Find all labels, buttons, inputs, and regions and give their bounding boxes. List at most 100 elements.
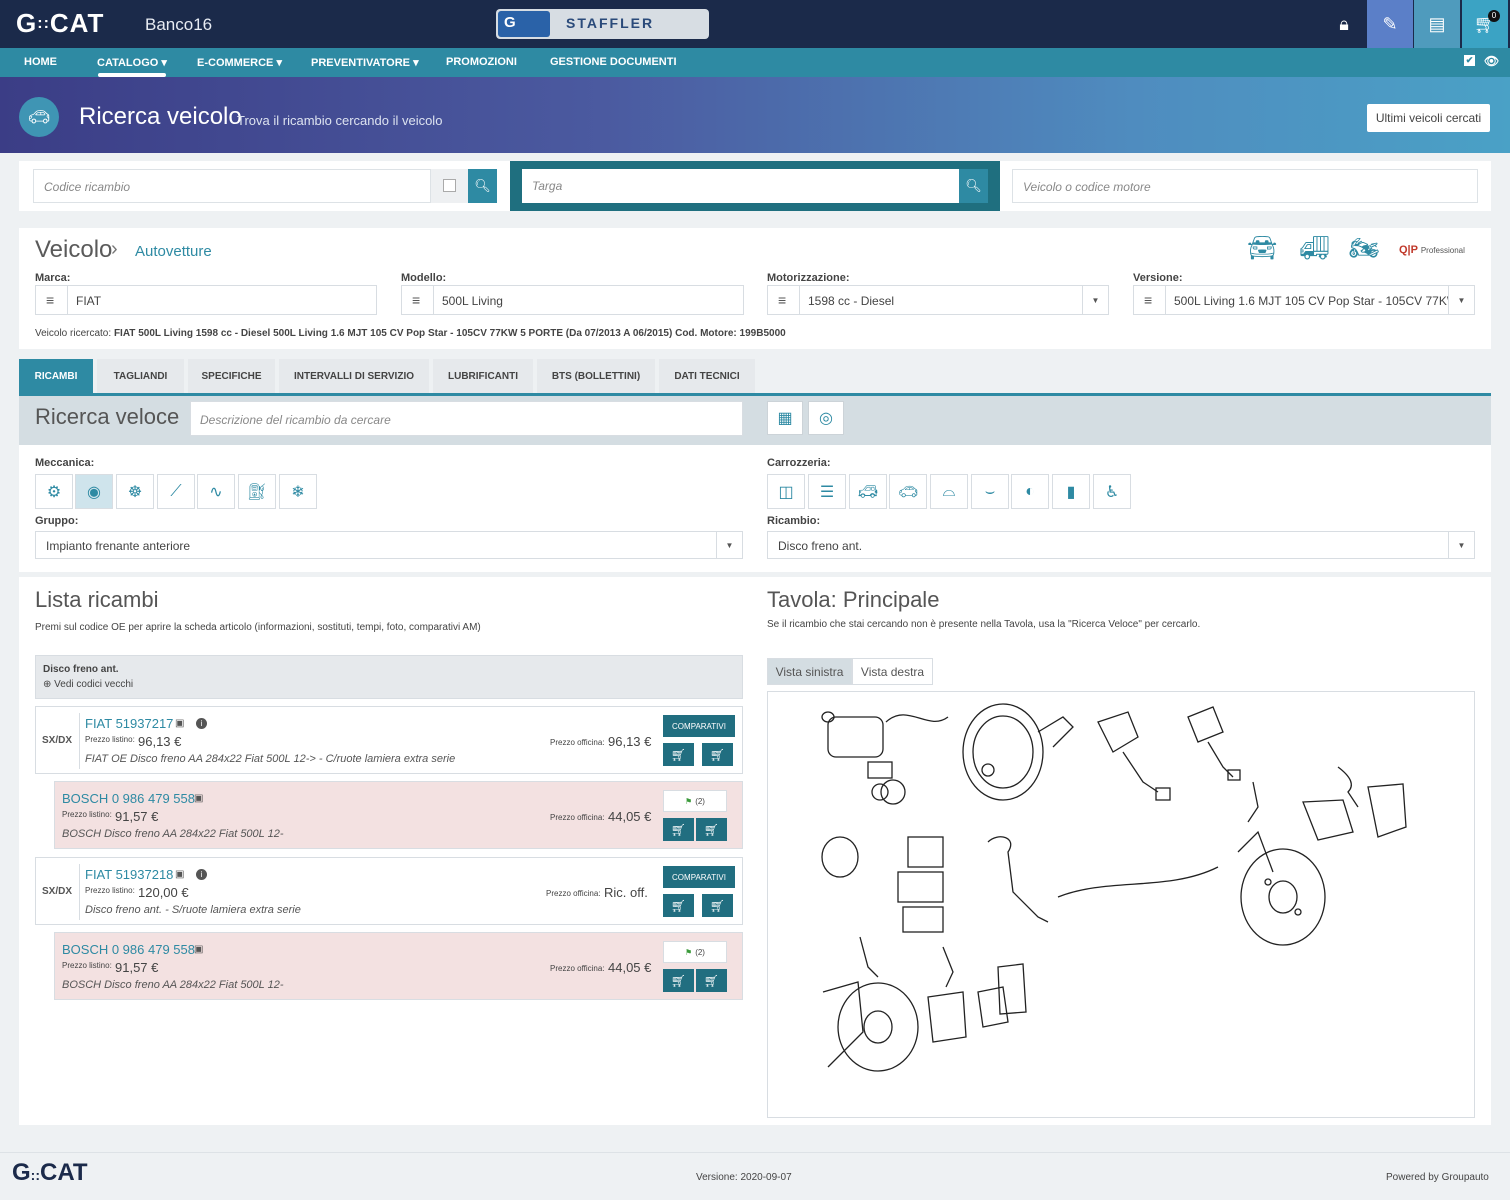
battery-icon[interactable]: ▮	[1052, 474, 1090, 509]
nav-promozioni[interactable]: PROMOZIONI	[446, 56, 517, 68]
add-to-cart-button[interactable]: 🛒︎	[663, 818, 694, 841]
ricambio-label: Ricambio:	[767, 515, 821, 527]
qp-logo[interactable]: Q|P Professional	[1399, 244, 1465, 256]
nav-gestione-documenti[interactable]: GESTIONE DOCUMENTI	[550, 56, 677, 68]
brand-select[interactable]: ≡ FIAT	[35, 285, 377, 315]
part-code-link[interactable]: FIAT 51937218	[85, 867, 173, 882]
nav-ecommerce[interactable]: E-COMMERCE ▾	[197, 56, 282, 69]
brake-disc-icon[interactable]: ◎	[808, 401, 844, 435]
vehicle-category[interactable]: Autovetture	[135, 243, 212, 260]
windshield-icon[interactable]: ◫	[767, 474, 805, 509]
part-row: SX/DX FIAT 51937218 ▣ i Prezzo listino: …	[35, 857, 743, 925]
search-icon[interactable]: 🔍︎	[468, 169, 497, 203]
motorbike-type-icon[interactable]: 🏍︎	[1349, 234, 1379, 263]
quick-cart-button[interactable]: 🛒︎	[696, 969, 727, 992]
edit-icon[interactable]: ✎	[1367, 0, 1413, 48]
vehicle-title: Veicolo	[35, 236, 113, 263]
list-price-label: Prezzo listino:	[85, 886, 135, 895]
staffler-brand: G STAFFLER	[496, 9, 709, 39]
eye-icon[interactable]: 👁︎	[1484, 54, 1499, 68]
quick-search-input[interactable]: Descrizione del ricambio da cercare	[190, 401, 743, 436]
nav-catalogo[interactable]: CATALOGO ▾	[97, 56, 167, 69]
group-title: Disco freno ant.	[43, 664, 119, 675]
part-code-link[interactable]: FIAT 51937217	[85, 716, 173, 731]
bumper-icon[interactable]: ⌣	[971, 474, 1009, 509]
headlight-icon[interactable]: ☰	[808, 474, 846, 509]
powered-by: Powered by Groupauto	[1386, 1172, 1489, 1183]
seat-icon[interactable]: ♿︎	[1093, 474, 1131, 509]
camera-icon[interactable]: ▣	[194, 944, 203, 955]
info-icon[interactable]: i	[196, 869, 207, 880]
model-select[interactable]: ≡ 500L Living	[401, 285, 744, 315]
add-to-cart-button[interactable]: 🛒︎	[663, 894, 694, 917]
tab-ricambi[interactable]: RICAMBI	[19, 359, 93, 393]
part-code-link[interactable]: BOSCH 0 986 479 558	[62, 942, 195, 957]
gcat-logo[interactable]: G::CAT	[16, 8, 104, 39]
suspension-icon[interactable]: ⟋	[157, 474, 195, 509]
quick-cart-button[interactable]: 🛒︎	[702, 743, 733, 766]
compare-button[interactable]: COMPARATIVI	[663, 715, 735, 737]
tab-tagliandi[interactable]: TAGLIANDI	[97, 359, 184, 393]
nav-home[interactable]: HOME	[24, 56, 57, 68]
menu-icon: ≡	[412, 292, 421, 308]
camera-icon[interactable]: ▣	[175, 869, 184, 880]
footer: G::CAT Versione: 2020-09-07 Powered by G…	[0, 1152, 1510, 1200]
brake-icon[interactable]: ◉	[75, 474, 113, 509]
engine-search-input[interactable]: Veicolo o codice motore	[1012, 169, 1478, 203]
checkbox-icon[interactable]: ✔	[1464, 55, 1475, 66]
part-row: BOSCH 0 986 479 558 ▣ Prezzo listino: 91…	[54, 932, 743, 1000]
exhaust-icon[interactable]: ∿	[197, 474, 235, 509]
tab-bts[interactable]: BTS (BOLLETTINI)	[537, 359, 655, 393]
mirror-icon[interactable]: ◐	[1011, 474, 1049, 509]
gruppo-select[interactable]: Impianto frenante anteriore ▼	[35, 531, 743, 559]
parts-list-title: Lista ricambi	[35, 587, 159, 612]
car-type-icon[interactable]: 🚘︎	[1247, 234, 1277, 263]
part-code-input[interactable]: Codice ricambio	[33, 169, 431, 203]
door-icon[interactable]: ⌓	[930, 474, 968, 509]
quick-cart-button[interactable]: 🛒︎	[696, 818, 727, 841]
quick-cart-button[interactable]: 🛒︎	[702, 894, 733, 917]
filter-icon[interactable]: ⛽︎	[238, 474, 276, 509]
engine-select[interactable]: ≡ 1598 cc - Diesel ▼	[767, 285, 1109, 315]
old-codes-link[interactable]: ⊕ Vedi codici vecchi	[43, 679, 133, 690]
truck-type-icon[interactable]: 🚚︎	[1299, 234, 1329, 263]
camera-icon[interactable]: ▣	[194, 793, 203, 804]
nav-preventivatore[interactable]: PREVENTIVATORE ▾	[311, 56, 419, 69]
plate-input[interactable]: Targa	[522, 169, 959, 203]
search-icon[interactable]: 🔍︎	[959, 169, 988, 203]
rear-disc-drawing	[822, 936, 919, 1072]
tab-specifiche[interactable]: SPECIFICHE	[188, 359, 275, 393]
brake-system-diagram[interactable]	[767, 691, 1475, 1118]
compare-button[interactable]: COMPARATIVI	[663, 866, 735, 888]
tab-lubrificanti[interactable]: LUBRIFICANTI	[433, 359, 533, 393]
car-side-icon[interactable]: 🚗︎	[889, 474, 927, 509]
lock-icon[interactable]: 🔒︎	[1321, 0, 1367, 48]
tab-left-view[interactable]: Vista sinistra	[767, 658, 852, 685]
office-price: 44,05 €	[608, 960, 652, 975]
news-icon[interactable]: ▤	[1414, 0, 1460, 48]
ricambio-select[interactable]: Disco freno ant. ▼	[767, 531, 1475, 559]
version-select[interactable]: ≡ 500L Living 1.6 MJT 105 CV Pop Star - 1…	[1133, 285, 1475, 315]
availability-badge[interactable]: ⚑ (2)	[663, 790, 727, 812]
tab-dati-tecnici[interactable]: DATI TECNICI	[659, 359, 755, 393]
cart-icon[interactable]: 🛒︎ 0	[1462, 0, 1508, 48]
steering-icon[interactable]: ☸	[116, 474, 154, 509]
availability-badge[interactable]: ⚑ (2)	[663, 941, 727, 963]
page-subtitle: Trova il ricambio cercando il veicolo	[237, 113, 443, 128]
menu-icon: ≡	[778, 292, 787, 308]
list-view-icon[interactable]: ▦	[767, 401, 803, 435]
parts-list-hint: Premi sul codice OE per aprire la scheda…	[35, 622, 481, 633]
add-to-cart-button[interactable]: 🛒︎	[663, 743, 694, 766]
recent-vehicles-button[interactable]: Ultimi veicoli cercati	[1367, 104, 1490, 132]
tab-right-view[interactable]: Vista destra	[852, 658, 933, 685]
info-icon[interactable]: i	[196, 718, 207, 729]
part-code-link[interactable]: BOSCH 0 986 479 558	[62, 791, 195, 806]
vehicle-panel: Veicolo › Autovetture 🚘︎ 🚚︎ 🏍︎ Q|P Profe…	[19, 228, 1491, 349]
cooling-icon[interactable]: ❄	[279, 474, 317, 509]
camera-icon[interactable]: ▣	[175, 718, 184, 729]
car-front-icon[interactable]: 🚙︎	[849, 474, 887, 509]
tab-intervalli[interactable]: INTERVALLI DI SERVIZIO	[279, 359, 429, 393]
exact-checkbox[interactable]	[443, 179, 456, 192]
engine-icon[interactable]: ⚙	[35, 474, 73, 509]
add-to-cart-button[interactable]: 🛒︎	[663, 969, 694, 992]
